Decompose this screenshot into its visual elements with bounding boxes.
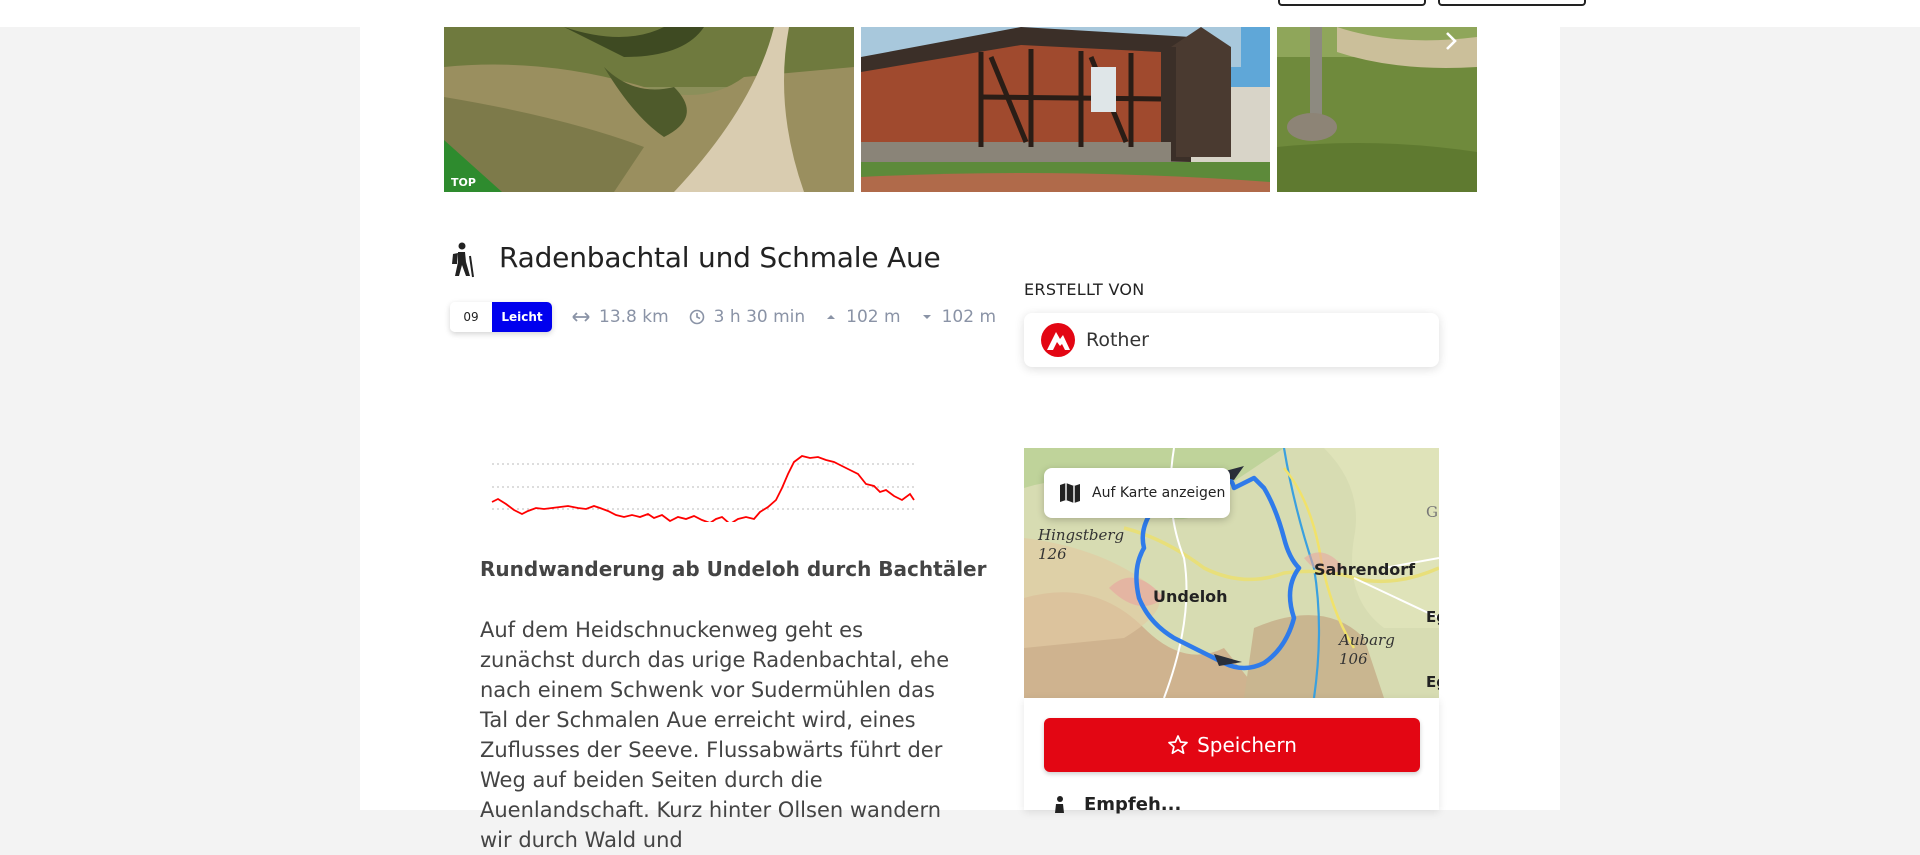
header-button-1[interactable]	[1278, 0, 1426, 6]
map-label-aubarg: Aubarg	[1339, 631, 1395, 649]
ascent-value: 102 m	[846, 307, 901, 327]
photo-gallery: TOP	[444, 27, 1477, 192]
duration-stat: 3 h 30 min	[689, 307, 806, 327]
recommend-label[interactable]: Empfeh...	[1084, 794, 1181, 815]
difficulty-badge: 09 Leicht	[450, 302, 552, 332]
map-label-aubarg-height: 106	[1339, 650, 1368, 668]
tour-stats: 09 Leicht 13.8 km 3 h 30 min 102 m 102 m	[450, 302, 996, 332]
tour-title: Radenbachtal und Schmale Aue	[499, 241, 941, 274]
hiker-icon	[452, 242, 474, 278]
ascent-icon	[827, 315, 836, 319]
page-content: TOP Radenbachtal und Schmale Aue 09 Leic…	[360, 27, 1560, 852]
distance-value: 13.8 km	[599, 307, 669, 327]
header-button-2[interactable]	[1438, 0, 1586, 6]
route-map[interactable]: Hingstberg 126 Undeloh Sahrendorf Aubarg…	[1024, 448, 1439, 698]
duration-value: 3 h 30 min	[713, 307, 806, 327]
map-label-g: G	[1426, 503, 1438, 521]
save-button[interactable]: Speichern	[1044, 718, 1420, 772]
difficulty-number: 09	[450, 302, 492, 332]
show-on-map-label: Auf Karte anzeigen	[1092, 485, 1226, 501]
map-icon	[1060, 483, 1080, 503]
map-label-hingstberg: Hingstberg	[1038, 526, 1125, 544]
distance-arrows-icon	[572, 312, 590, 322]
star-icon	[1168, 735, 1188, 755]
chevron-right-icon	[1446, 32, 1457, 50]
save-label: Speichern	[1197, 733, 1297, 757]
map-label-eg-1: Eg	[1426, 608, 1439, 626]
tour-subtitle: Rundwanderung ab Undeloh durch Bachtäler	[480, 557, 987, 581]
author-card[interactable]: Rother	[1024, 313, 1439, 367]
descent-stat: 102 m	[921, 307, 996, 327]
top-bar	[0, 0, 1920, 27]
ascent-stat: 102 m	[825, 307, 901, 327]
action-card: Speichern Empfeh...	[1024, 698, 1439, 815]
top-badge-label: TOP	[451, 176, 476, 189]
descent-icon	[922, 315, 931, 319]
map-label-eg-2: Eg	[1426, 673, 1439, 691]
elevation-profile	[491, 455, 916, 522]
clock-icon	[689, 309, 704, 325]
created-by-label: ERSTELLT VON	[1024, 280, 1145, 299]
map-label-undeloh: Undeloh	[1153, 587, 1228, 606]
elevation-line	[491, 455, 915, 522]
gallery-photo-heath-path[interactable]: TOP	[444, 27, 854, 192]
map-label-sahrendorf: Sahrendorf	[1314, 560, 1416, 579]
gallery-photo-half-timbered-church[interactable]	[861, 27, 1270, 192]
show-on-map-button[interactable]: Auf Karte anzeigen	[1044, 468, 1230, 518]
distance-stat: 13.8 km	[572, 307, 669, 327]
tour-description: Auf dem Heidschnuckenweg geht es zunächs…	[480, 618, 950, 852]
map-label-hingstberg-height: 126	[1038, 545, 1067, 563]
descent-value: 102 m	[941, 307, 997, 327]
gallery-next-arrow[interactable]	[1437, 27, 1465, 55]
difficulty-label: Leicht	[492, 302, 552, 332]
author-name: Rother	[1086, 329, 1149, 351]
rother-logo-icon	[1041, 323, 1075, 357]
